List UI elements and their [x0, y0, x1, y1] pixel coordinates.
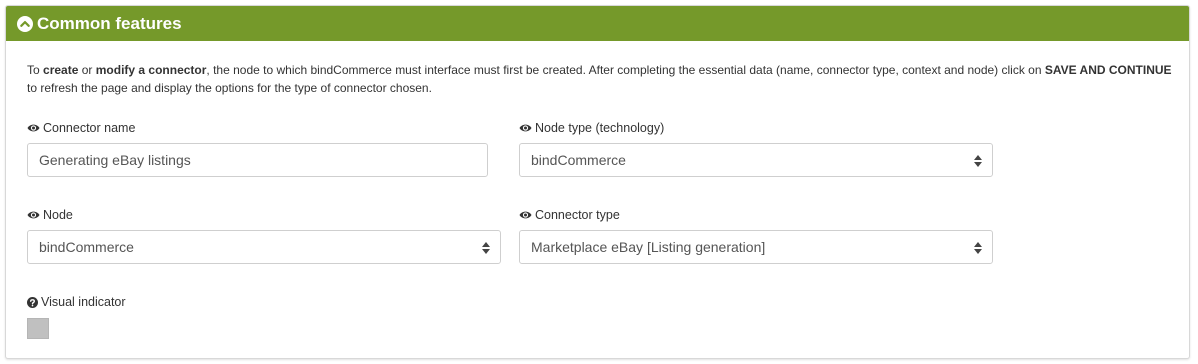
- connector-name-input[interactable]: [27, 143, 488, 177]
- connector-name-label: Connector name: [27, 121, 135, 135]
- eye-icon: [519, 124, 532, 132]
- sort-arrows-icon: [974, 242, 982, 254]
- common-features-panel: Common features: [5, 5, 1190, 359]
- node-type-select[interactable]: bindCommerce: [519, 143, 993, 177]
- sort-arrows-icon: [482, 242, 490, 254]
- eye-icon: [27, 211, 40, 219]
- node-type-label: Node type (technology): [519, 121, 664, 135]
- eye-icon: [27, 124, 40, 132]
- question-circle-icon: [27, 296, 38, 308]
- connector-type-value: Marketplace eBay [Listing generation]: [531, 239, 766, 255]
- sort-arrows-icon: [974, 155, 982, 167]
- chevron-up-circle-icon[interactable]: [17, 15, 33, 32]
- node-select[interactable]: bindCommerce: [27, 230, 501, 264]
- connector-type-select[interactable]: Marketplace eBay [Listing generation]: [519, 230, 993, 264]
- visual-indicator-label: Visual indicator: [27, 295, 126, 309]
- visual-indicator-color-picker[interactable]: [27, 318, 49, 339]
- node-label: Node: [27, 208, 73, 222]
- eye-icon: [519, 211, 532, 219]
- intro-text: To create or modify a connector, the nod…: [27, 63, 1172, 95]
- node-value: bindCommerce: [39, 239, 134, 255]
- panel-title: Common features: [37, 13, 182, 33]
- connector-type-label: Connector type: [519, 208, 620, 222]
- node-type-value: bindCommerce: [531, 152, 626, 168]
- panel-header[interactable]: Common features: [6, 6, 1189, 41]
